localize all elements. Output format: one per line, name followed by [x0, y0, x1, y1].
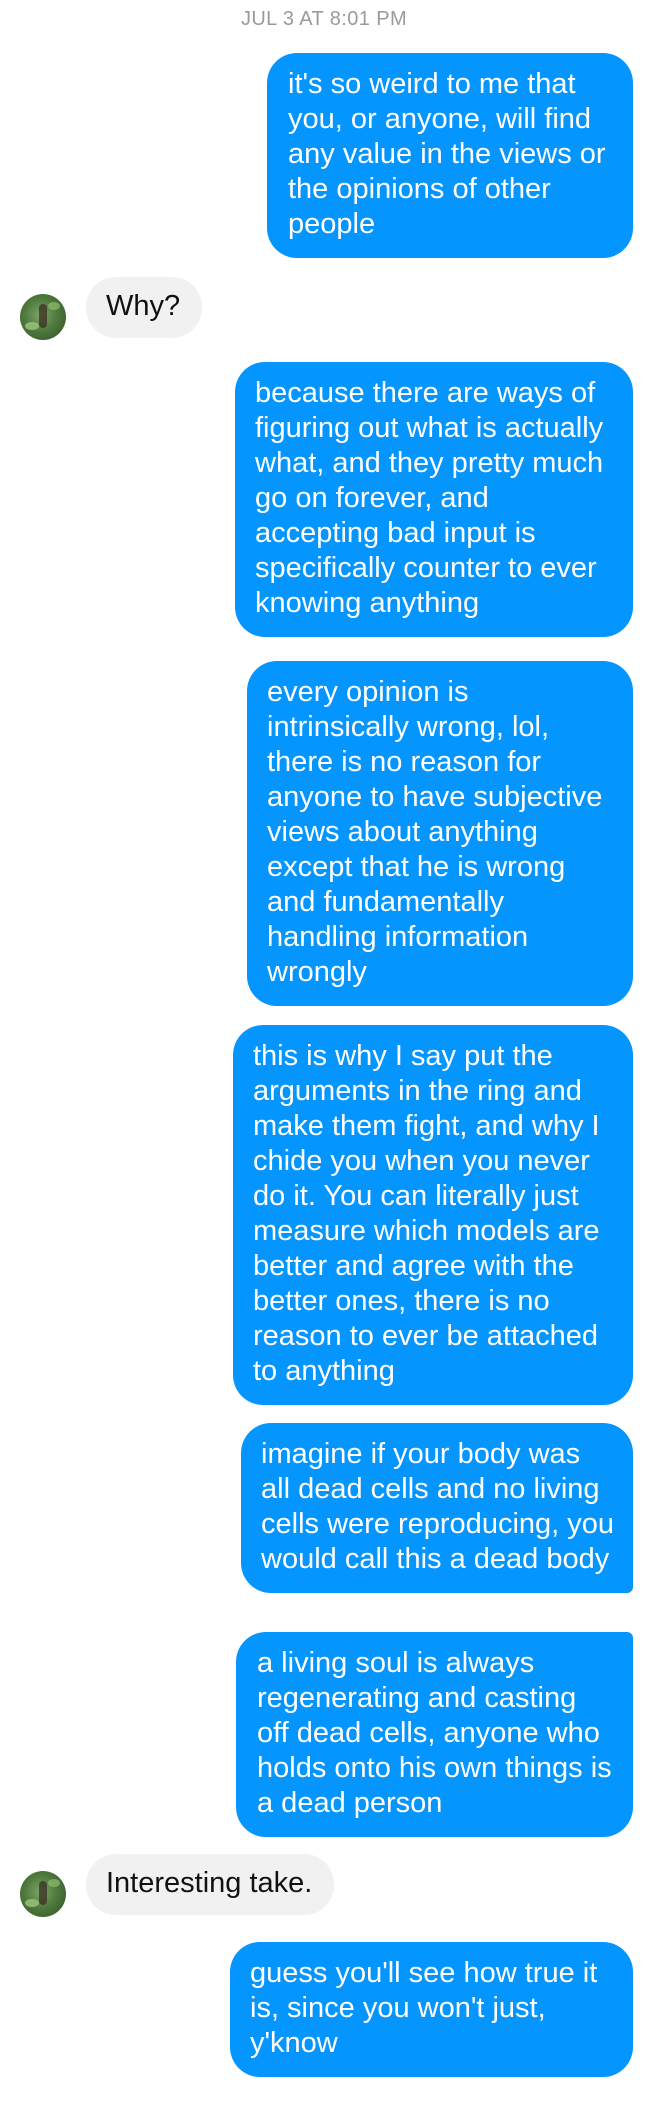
sent-message-bubble[interactable]: every opinion is intrinsically wrong, lo… — [247, 661, 633, 1006]
sent-message-bubble[interactable]: this is why I say put the arguments in t… — [233, 1025, 633, 1405]
received-message-bubble[interactable]: Why? — [86, 277, 203, 338]
avatar-foliage — [25, 1899, 39, 1907]
avatar-foliage — [48, 1879, 60, 1887]
sent-message-bubble[interactable]: a living soul is always regenerating and… — [236, 1632, 633, 1837]
contact-avatar[interactable] — [20, 294, 66, 340]
sent-message-bubble[interactable]: it's so weird to me that you, or anyone,… — [267, 53, 633, 258]
sent-message-bubble[interactable]: because there are ways of figuring out w… — [235, 362, 633, 637]
sent-message-bubble[interactable]: imagine if your body was all dead cells … — [241, 1423, 633, 1593]
avatar-figure — [39, 1881, 47, 1905]
avatar-foliage — [25, 322, 39, 330]
contact-avatar[interactable] — [20, 1871, 66, 1917]
sent-message-bubble[interactable]: guess you'll see how true it is, since y… — [230, 1942, 633, 2077]
received-message-bubble[interactable]: Interesting take. — [86, 1854, 335, 1915]
message-timestamp: JUL 3 AT 8:01 PM — [240, 8, 408, 30]
avatar-figure — [39, 304, 47, 328]
avatar-foliage — [48, 302, 60, 310]
